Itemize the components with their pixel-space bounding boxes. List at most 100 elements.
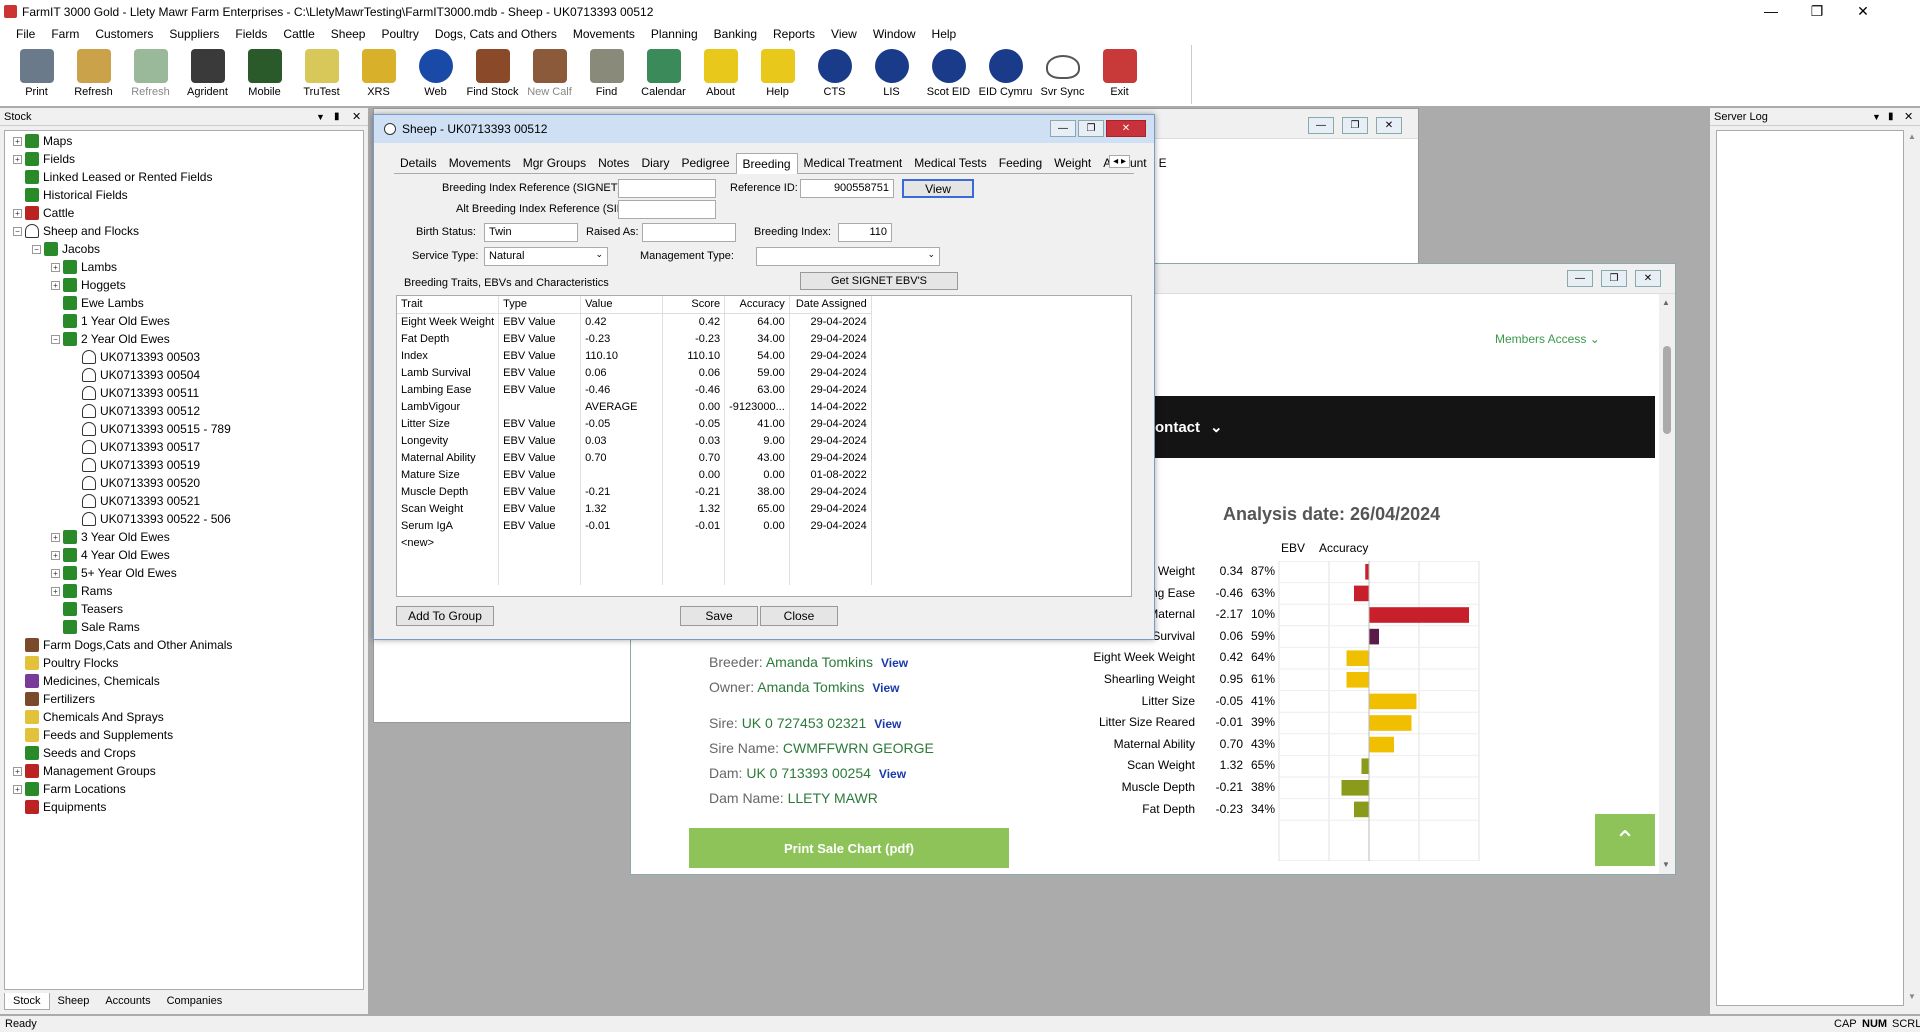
signet-field[interactable]: [618, 179, 716, 198]
toolbar-find-button[interactable]: Find: [578, 45, 635, 104]
menu-help[interactable]: Help: [924, 27, 965, 41]
minimize-icon[interactable]: —: [1308, 117, 1334, 134]
close-icon[interactable]: ✕: [1840, 0, 1886, 22]
toolbar-refresh-button[interactable]: Refresh: [122, 45, 179, 104]
web-scrollbar[interactable]: ▲ ▼: [1659, 294, 1675, 874]
tree-item[interactable]: + Farm Locations: [5, 780, 363, 798]
owner-view-link[interactable]: View: [872, 681, 899, 695]
collapse-icon[interactable]: −: [51, 334, 60, 344]
expand-icon[interactable]: +: [51, 280, 60, 290]
table-row[interactable]: Mature Size EBV Value 0.00 0.00 01-08-2022: [397, 466, 872, 483]
tree-item[interactable]: Feeds and Supplements: [5, 726, 363, 744]
tab-medical-treatment[interactable]: Medical Treatment: [798, 153, 909, 173]
tree-item[interactable]: Equipments: [5, 798, 363, 816]
tab-e[interactable]: E: [1153, 153, 1173, 173]
tree-item[interactable]: Medicines, Chemicals: [5, 672, 363, 690]
tree-item[interactable]: UK0713393 00517: [5, 438, 363, 456]
toolbar-eid-cymru-button[interactable]: EID Cymru: [977, 45, 1034, 104]
new-row[interactable]: <new>: [397, 534, 872, 551]
panel-tab-stock[interactable]: Stock: [4, 992, 50, 1010]
sire-view-link[interactable]: View: [874, 717, 901, 731]
expand-icon[interactable]: +: [51, 532, 60, 542]
tree-item[interactable]: +5+ Year Old Ewes: [5, 564, 363, 582]
raised-as-field[interactable]: [642, 223, 736, 242]
breeder-view-link[interactable]: View: [881, 656, 908, 670]
table-row[interactable]: Eight Week Weight EBV Value 0.42 0.42 64.00 2…: [397, 313, 872, 330]
menu-suppliers[interactable]: Suppliers: [161, 27, 227, 41]
tree-item[interactable]: + Rams: [5, 582, 363, 600]
toolbar-mobile-button[interactable]: Mobile: [236, 45, 293, 104]
tree-item[interactable]: Ewe Lambs: [5, 294, 363, 312]
tree-item[interactable]: 1 Year Old Ewes: [5, 312, 363, 330]
toolbar-cts-button[interactable]: CTS: [806, 45, 863, 104]
expand-icon[interactable]: +: [13, 136, 22, 146]
menu-dogs-cats-and-others[interactable]: Dogs, Cats and Others: [427, 27, 565, 41]
menu-customers[interactable]: Customers: [87, 27, 161, 41]
table-row[interactable]: Index EBV Value 110.10 110.10 54.00 29-04-202…: [397, 347, 872, 364]
table-row[interactable]: Maternal Ability EBV Value 0.70 0.70 43.00 29…: [397, 449, 872, 466]
table-row[interactable]: Lamb Survival EBV Value 0.06 0.06 59.00 29-04…: [397, 364, 872, 381]
contact-menu[interactable]: ontact: [1155, 419, 1200, 436]
restore-icon[interactable]: ❐: [1078, 120, 1104, 137]
panel-tab-accounts[interactable]: Accounts: [97, 993, 158, 1009]
tab-scroll-arrows[interactable]: ◂ ▸: [1109, 155, 1130, 168]
toolbar-help-button[interactable]: Help: [749, 45, 806, 104]
management-type-select[interactable]: ⌄: [756, 247, 940, 266]
tab-movements[interactable]: Movements: [443, 153, 517, 173]
toolbar-print-button[interactable]: Print: [8, 45, 65, 104]
view-button[interactable]: View: [902, 179, 974, 198]
dropdown-icon[interactable]: ▼: [316, 112, 325, 122]
tree-item[interactable]: UK0713393 00522 - 506: [5, 510, 363, 528]
tree-item[interactable]: UK0713393 00511: [5, 384, 363, 402]
toolbar-scot-eid-button[interactable]: Scot EID: [920, 45, 977, 104]
table-row[interactable]: Scan Weight EBV Value 1.32 1.32 65.00 29-04-2…: [397, 500, 872, 517]
tree-item[interactable]: UK0713393 00504: [5, 366, 363, 384]
toolbar-find-stock-button[interactable]: Find Stock: [464, 45, 521, 104]
tree-item[interactable]: + Management Groups: [5, 762, 363, 780]
pin-icon[interactable]: ▮: [1888, 111, 1894, 122]
server-log-scrollbar[interactable]: ▲ ▼: [1906, 130, 1920, 1006]
toolbar-agrident-button[interactable]: Agrident: [179, 45, 236, 104]
minimize-icon[interactable]: —: [1050, 120, 1076, 137]
toolbar-svr-sync-button[interactable]: Svr Sync: [1034, 45, 1091, 104]
toolbar-xrs-button[interactable]: XRS: [350, 45, 407, 104]
table-row[interactable]: Serum IgA EBV Value -0.01 -0.01 0.00 29-04-20…: [397, 517, 872, 534]
tab-feeding[interactable]: Feeding: [993, 153, 1048, 173]
get-signet-ebvs-button[interactable]: Get SIGNET EBV'S: [800, 272, 958, 290]
tree-item[interactable]: + Fields: [5, 150, 363, 168]
table-row[interactable]: Longevity EBV Value 0.03 0.03 9.00 29-04-2024: [397, 432, 872, 449]
toolbar-about-button[interactable]: About: [692, 45, 749, 104]
collapse-icon[interactable]: −: [13, 226, 22, 236]
service-type-select[interactable]: Natural ⌄: [484, 247, 608, 266]
menu-fields[interactable]: Fields: [227, 27, 275, 41]
expand-icon[interactable]: +: [13, 154, 22, 164]
column-header[interactable]: Trait: [397, 296, 500, 314]
tab-mgr-groups[interactable]: Mgr Groups: [517, 153, 592, 173]
tab-diary[interactable]: Diary: [635, 153, 675, 173]
toolbar-lis-button[interactable]: LIS: [863, 45, 920, 104]
dam-view-link[interactable]: View: [879, 767, 906, 781]
expand-icon[interactable]: +: [13, 766, 22, 776]
tree-item[interactable]: Seeds and Crops: [5, 744, 363, 762]
breeding-index-field[interactable]: 110: [838, 223, 892, 242]
menu-cattle[interactable]: Cattle: [275, 27, 322, 41]
sil-field[interactable]: [618, 200, 716, 219]
tree-item[interactable]: Farm Dogs,Cats and Other Animals: [5, 636, 363, 654]
tree-item[interactable]: UK0713393 00515 - 789: [5, 420, 363, 438]
menu-window[interactable]: Window: [865, 27, 924, 41]
menu-poultry[interactable]: Poultry: [373, 27, 426, 41]
table-row[interactable]: Muscle Depth EBV Value -0.21 -0.21 38.00 29-0…: [397, 483, 872, 500]
column-header[interactable]: Accuracy: [724, 296, 790, 314]
tab-pedigree[interactable]: Pedigree: [675, 153, 735, 173]
expand-icon[interactable]: +: [51, 568, 60, 578]
menu-banking[interactable]: Banking: [706, 27, 765, 41]
expand-icon[interactable]: +: [13, 208, 22, 218]
reference-id-field[interactable]: 900558751: [800, 179, 894, 198]
dropdown-icon[interactable]: ▼: [1872, 112, 1881, 122]
birth-status-field[interactable]: Twin: [484, 223, 578, 242]
restore-icon[interactable]: ❐: [1601, 270, 1627, 287]
close-icon[interactable]: ✕: [1106, 120, 1146, 137]
tab-details[interactable]: Details: [394, 153, 443, 173]
tree-item[interactable]: Poultry Flocks: [5, 654, 363, 672]
save-button[interactable]: Save: [680, 606, 758, 626]
